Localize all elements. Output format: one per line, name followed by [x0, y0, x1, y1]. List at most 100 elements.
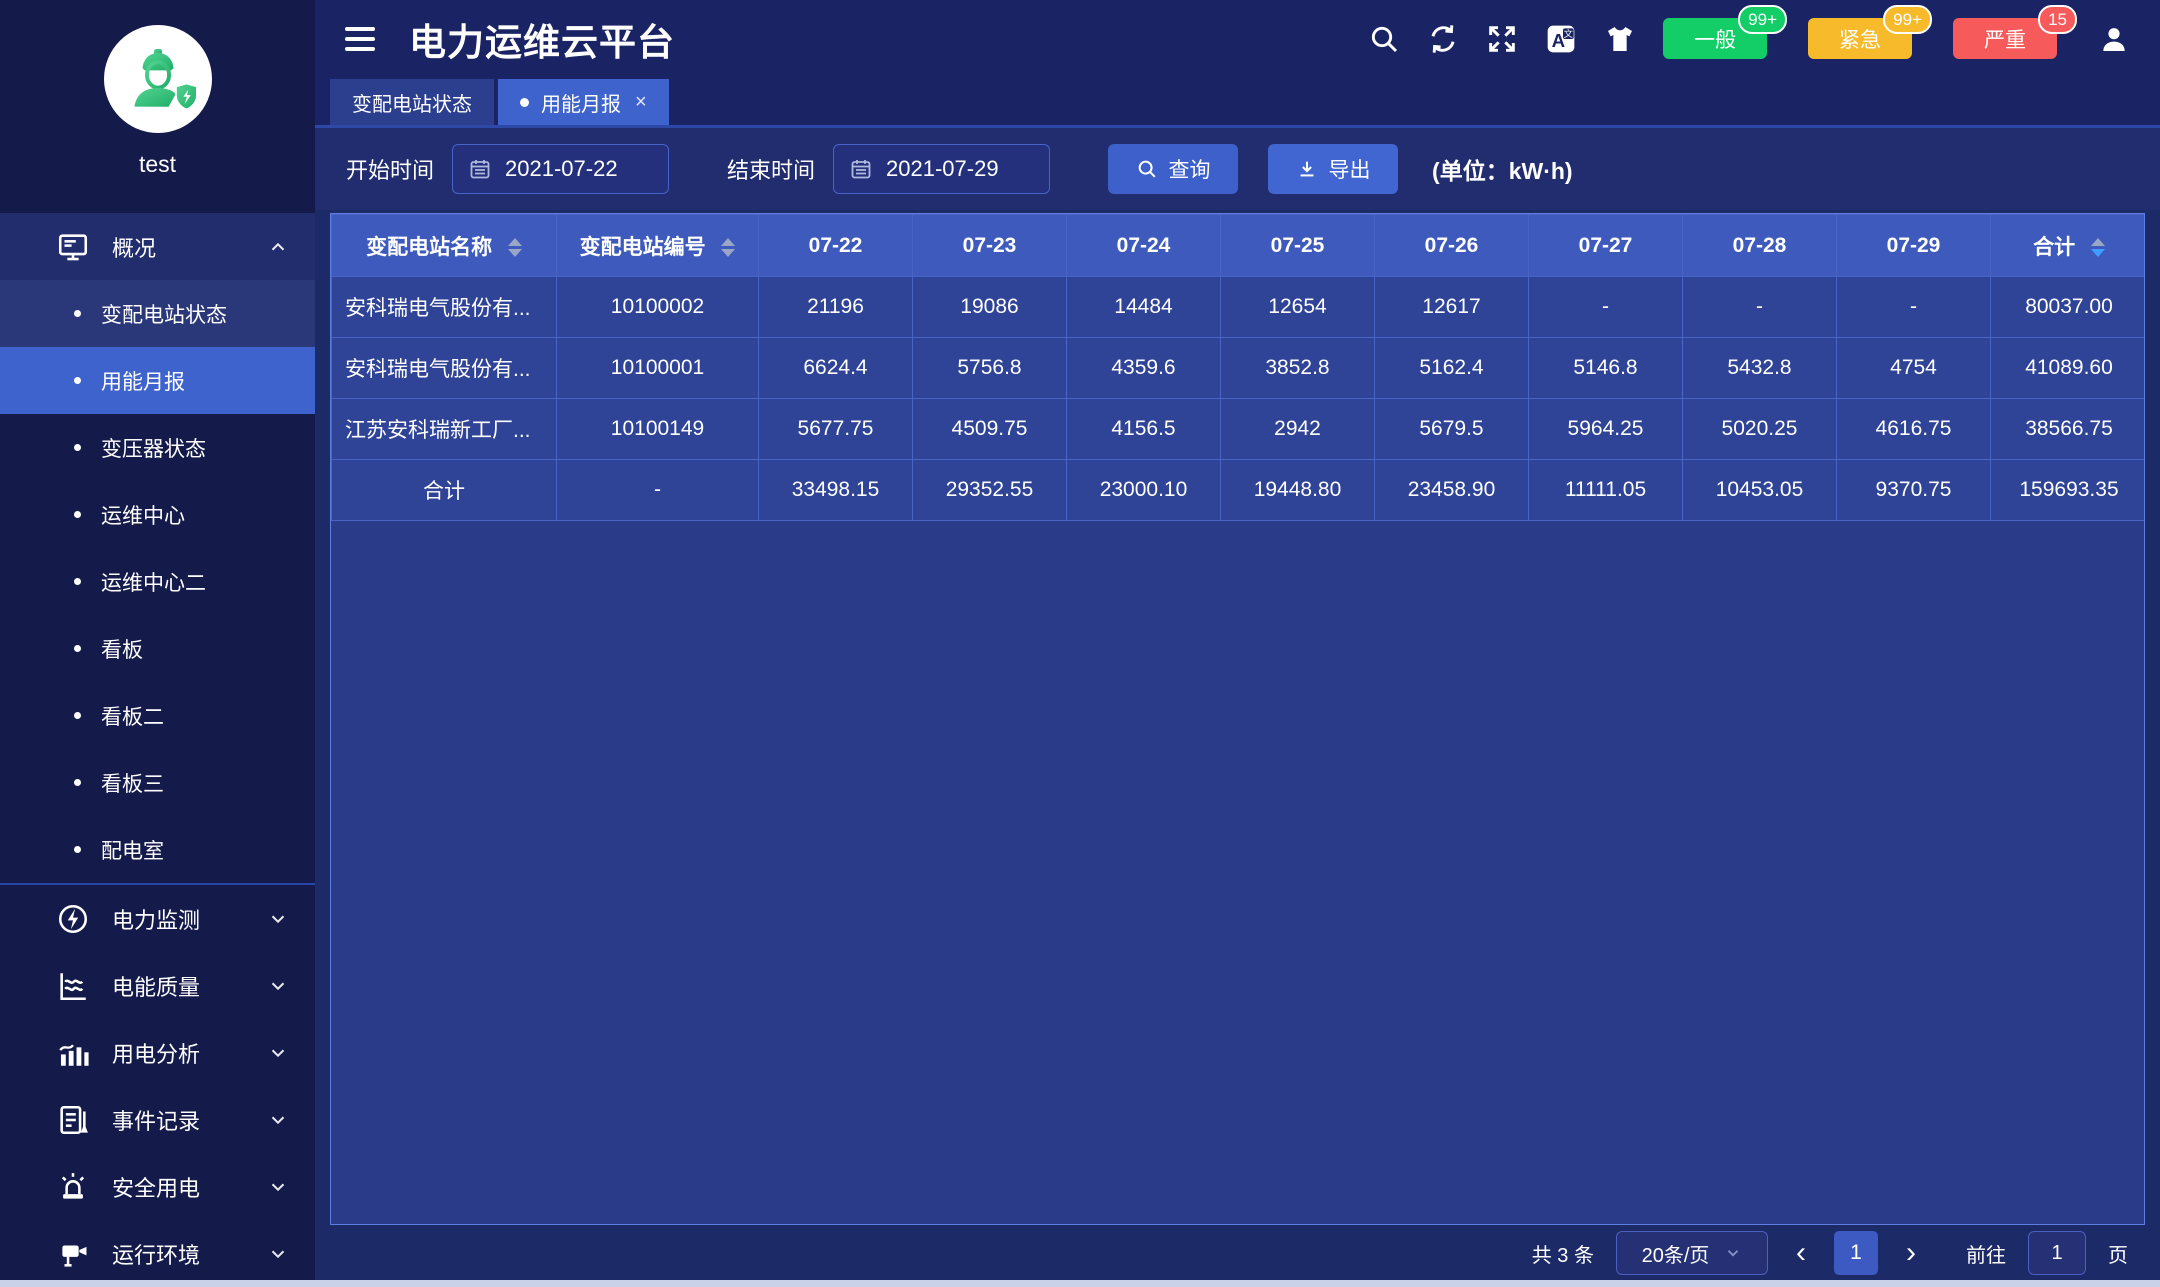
sidebar-group-label: 用电分析 — [112, 1037, 200, 1069]
end-date-value: 2021-07-29 — [886, 156, 999, 182]
page-number-1[interactable]: 1 — [1834, 1231, 1878, 1275]
col-label: 变配电站名称 — [366, 236, 492, 259]
col-date: 07-28 — [1683, 215, 1837, 277]
sort-icon-desc-active[interactable] — [2091, 238, 2105, 257]
sidebar-group-power-monitoring[interactable]: 电力监测 — [0, 885, 315, 952]
cell: 安科瑞电气股份有... — [332, 338, 557, 399]
next-page-icon[interactable]: › — [1900, 1238, 1922, 1268]
sidebar-group-overview[interactable]: 概况 — [0, 213, 315, 280]
summary-row: 合计 - 33498.15 29352.55 23000.10 19448.80… — [332, 460, 2146, 521]
cell: 11111.05 — [1529, 460, 1683, 521]
tab-close-icon[interactable]: × — [635, 91, 647, 114]
sidebar-item-label: 用能月报 — [101, 366, 185, 396]
col-label: 变配电站编号 — [580, 236, 706, 259]
tab-label: 用能月报 — [541, 88, 621, 117]
alarm-normal-button[interactable]: 一般 99+ — [1663, 18, 1767, 59]
alarm-critical-button[interactable]: 严重 15 — [1953, 18, 2057, 59]
table-header-row: 变配电站名称 变配电站编号 07-22 07-23 07-24 07-25 07… — [332, 215, 2146, 277]
col-station-name[interactable]: 变配电站名称 — [332, 215, 557, 277]
sidebar-group-power-analysis[interactable]: 用电分析 — [0, 1019, 315, 1086]
sidebar-item-ops-center-2[interactable]: 运维中心二 — [0, 548, 315, 615]
start-date-input[interactable]: 2021-07-22 — [452, 144, 669, 194]
goto-label: 前往 — [1966, 1239, 2006, 1268]
translate-icon[interactable]: A 文 — [1545, 23, 1577, 55]
cell: 10100149 — [557, 399, 759, 460]
col-total[interactable]: 合计 — [1991, 215, 2146, 277]
cell: 5679.5 — [1375, 399, 1529, 460]
user-icon[interactable] — [2098, 23, 2130, 55]
svg-text:文: 文 — [1564, 28, 1573, 39]
sidebar-group-event-log[interactable]: 事件记录 — [0, 1086, 315, 1153]
search-icon[interactable] — [1368, 23, 1400, 55]
col-label: 07-24 — [1117, 234, 1171, 257]
overview-submenu: 变配电站状态 用能月报 变压器状态 运维中心 运维中心二 — [0, 280, 315, 883]
horizontal-scrollbar[interactable] — [0, 1280, 2160, 1287]
alarm-label: 一般 — [1694, 24, 1736, 54]
sidebar-item-board[interactable]: 看板 — [0, 615, 315, 682]
sort-icon[interactable] — [508, 238, 522, 257]
menu-fold-icon[interactable] — [345, 27, 375, 51]
cell: 4616.75 — [1837, 399, 1991, 460]
search-icon — [1136, 158, 1158, 180]
sidebar-item-power-room[interactable]: 配电室 — [0, 816, 315, 883]
sidebar-item-ops-center[interactable]: 运维中心 — [0, 481, 315, 548]
tab-substation-status[interactable]: 变配电站状态 — [330, 79, 494, 125]
cell: 21196 — [759, 277, 913, 338]
sidebar-group-safe-power[interactable]: 安全用电 — [0, 1153, 315, 1220]
fullscreen-icon[interactable] — [1486, 23, 1518, 55]
calendar-icon — [468, 157, 492, 181]
prev-page-icon[interactable]: ‹ — [1790, 1238, 1812, 1268]
cell: 合计 — [332, 460, 557, 521]
avatar — [104, 25, 212, 133]
profile-block: test — [0, 0, 315, 213]
sidebar-item-board-3[interactable]: 看板三 — [0, 749, 315, 816]
chevron-down-icon — [267, 1042, 289, 1064]
sidebar-group-power-quality[interactable]: 电能质量 — [0, 952, 315, 1019]
col-date: 07-26 — [1375, 215, 1529, 277]
alarm-urgent-badge: 99+ — [1883, 5, 1932, 34]
sidebar-item-label: 变压器状态 — [101, 433, 206, 463]
col-station-code[interactable]: 变配电站编号 — [557, 215, 759, 277]
cell: 2942 — [1221, 399, 1375, 460]
tab-energy-monthly-report[interactable]: 用能月报 × — [498, 79, 669, 125]
cell: 5756.8 — [913, 338, 1067, 399]
start-time-label: 开始时间 — [346, 153, 434, 185]
sort-icon[interactable] — [721, 238, 735, 257]
end-date-input[interactable]: 2021-07-29 — [833, 144, 1050, 194]
sidebar-item-substation-status[interactable]: 变配电站状态 — [0, 280, 315, 347]
tab-label: 变配电站状态 — [352, 88, 472, 117]
cell: 10100001 — [557, 338, 759, 399]
cell: 19448.80 — [1221, 460, 1375, 521]
chevron-down-icon — [267, 1109, 289, 1131]
cell: 23458.90 — [1375, 460, 1529, 521]
sidebar-group-label: 事件记录 — [112, 1104, 200, 1136]
col-label: 07-28 — [1733, 234, 1787, 257]
sidebar-item-energy-monthly-report[interactable]: 用能月报 — [0, 347, 315, 414]
unit-label: (单位：kW·h) — [1432, 152, 1573, 186]
siren-icon — [56, 1170, 90, 1204]
sidebar-item-label: 变配电站状态 — [101, 299, 227, 329]
page-size-select[interactable]: 20条/页 — [1616, 1231, 1768, 1275]
sidebar-item-board-2[interactable]: 看板二 — [0, 682, 315, 749]
col-label: 07-23 — [963, 234, 1017, 257]
cell: 29352.55 — [913, 460, 1067, 521]
col-label: 07-29 — [1887, 234, 1941, 257]
sidebar-item-transformer-status[interactable]: 变压器状态 — [0, 414, 315, 481]
col-label: 07-26 — [1425, 234, 1479, 257]
alarm-urgent-button[interactable]: 紧急 99+ — [1808, 18, 1912, 59]
cell: - — [1837, 277, 1991, 338]
sidebar-group-operating-environment[interactable]: 运行环境 — [0, 1220, 315, 1287]
cell: 10100002 — [557, 277, 759, 338]
theme-shirt-icon[interactable] — [1604, 23, 1636, 55]
cell: 12617 — [1375, 277, 1529, 338]
alarm-normal-badge: 99+ — [1738, 5, 1787, 34]
chevron-down-icon — [267, 1243, 289, 1265]
chevron-down-icon — [267, 908, 289, 930]
goto-page-input[interactable] — [2028, 1231, 2086, 1275]
export-button[interactable]: 导出 — [1268, 144, 1398, 194]
sidebar: test 概况 变配电站状态 用能月报 — [0, 0, 315, 1287]
cell: 4156.5 — [1067, 399, 1221, 460]
cell: 6624.4 — [759, 338, 913, 399]
refresh-icon[interactable] — [1427, 23, 1459, 55]
search-button[interactable]: 查询 — [1108, 144, 1238, 194]
